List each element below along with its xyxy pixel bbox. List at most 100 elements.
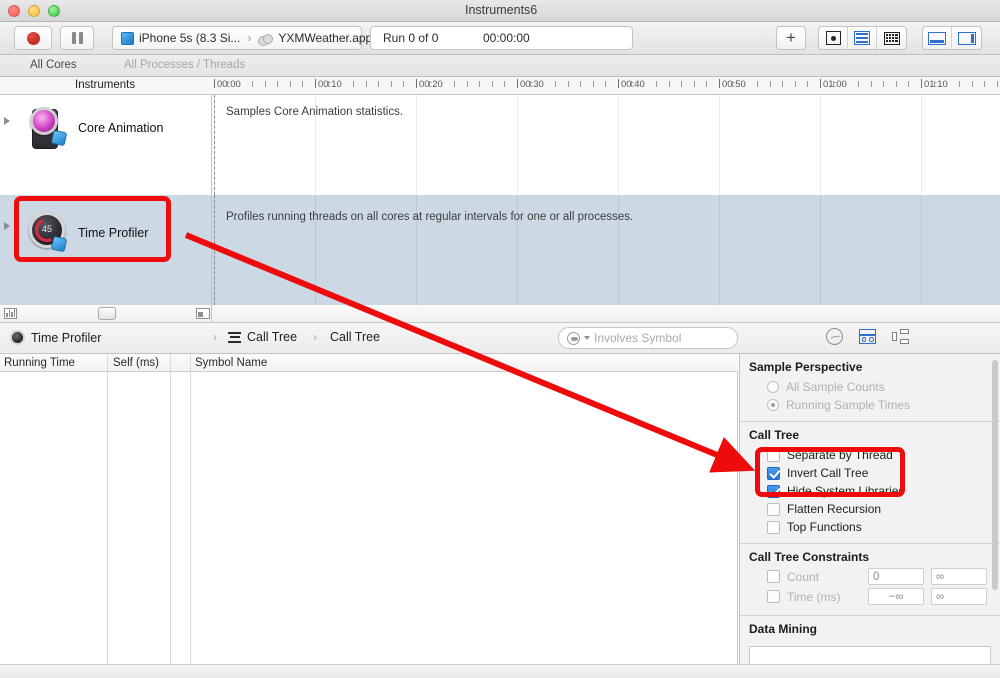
ruler-tick-minor xyxy=(668,81,670,87)
detail-table-body[interactable] xyxy=(0,372,738,664)
ruler-tick-minor xyxy=(996,81,998,87)
keypad-button[interactable] xyxy=(877,27,906,49)
option-all-sample-counts[interactable]: All Sample Counts xyxy=(740,378,1000,396)
all-processes-label[interactable]: All Processes / Threads xyxy=(124,59,245,71)
toggle-right-pane-button[interactable] xyxy=(952,27,981,49)
hierarchy-icon[interactable] xyxy=(892,329,909,344)
ruler-tick-minor xyxy=(378,81,380,87)
checkbox-icon[interactable] xyxy=(767,466,780,480)
track-core-animation-header[interactable]: Core Animation xyxy=(0,95,212,195)
list-view-button[interactable] xyxy=(848,27,877,49)
toggle-bottom-pane-button[interactable] xyxy=(923,27,952,49)
checkbox-flatten-recursion[interactable]: Flatten Recursion xyxy=(740,500,1000,518)
library-icon xyxy=(825,31,841,45)
playhead[interactable] xyxy=(214,195,215,305)
call-tree-menu-icon xyxy=(228,331,241,343)
track-time-profiler-header[interactable]: 45 Time Profiler xyxy=(0,195,212,305)
ruler-tick-minor xyxy=(706,81,708,87)
ruler-tick-minor xyxy=(352,81,354,87)
radio-icon[interactable] xyxy=(767,381,779,393)
timeline-gridline xyxy=(618,95,619,195)
track-description: Profiles running threads on all cores at… xyxy=(226,211,634,223)
checkbox-top-functions[interactable]: Top Functions xyxy=(740,518,1000,536)
option-label: Separate by Thread xyxy=(787,448,893,462)
search-scope-icon[interactable] xyxy=(567,331,580,345)
waveform-icon[interactable] xyxy=(826,328,843,345)
timeline-gridline xyxy=(416,95,417,195)
timeline-gridline xyxy=(719,95,720,195)
option-label: Running Sample Times xyxy=(786,398,911,412)
data-mining-list[interactable] xyxy=(749,646,991,664)
ruler-tick-minor xyxy=(390,81,392,87)
checkbox-icon[interactable] xyxy=(767,520,780,534)
timeline-tracks: Core Animation Samples Core Animation st… xyxy=(0,95,1000,305)
checkbox-icon[interactable] xyxy=(767,448,780,462)
constraint-time-row[interactable]: Time (ms) −∞ ∞ xyxy=(767,588,1000,605)
breadcrumb-call-tree[interactable]: Call Tree xyxy=(330,330,380,344)
column-header-running-time[interactable]: Running Time xyxy=(4,357,75,369)
checkbox-icon[interactable] xyxy=(767,502,780,516)
column-header-symbol-name[interactable]: Symbol Name xyxy=(195,357,267,369)
disclosure-triangle-icon[interactable] xyxy=(4,222,10,230)
split-view-icon[interactable] xyxy=(859,329,876,344)
run-count-label: Run 0 of 0 xyxy=(383,31,439,45)
constraint-min-input[interactable]: −∞ xyxy=(868,588,924,605)
checkbox-separate-by-thread[interactable]: Separate by Thread xyxy=(740,446,1000,464)
checkbox-invert-call-tree[interactable]: Invert Call Tree xyxy=(740,464,1000,482)
ruler-tick-minor xyxy=(403,81,405,87)
ruler-tick-minor xyxy=(769,81,771,87)
track-time-profiler-lane[interactable]: Profiles running threads on all cores at… xyxy=(212,195,1000,305)
checkbox-icon[interactable] xyxy=(767,484,780,498)
checkbox-hide-system-libraries[interactable]: Hide System Libraries xyxy=(740,482,1000,500)
zoom-slider-knob[interactable] xyxy=(98,307,116,320)
breadcrumb-time-profiler[interactable]: Time Profiler xyxy=(10,330,101,345)
track-display-icon[interactable] xyxy=(196,308,210,319)
track-time-profiler[interactable]: 45 Time Profiler Profiles running thread… xyxy=(0,195,1000,305)
ruler-tick-minor xyxy=(428,81,430,87)
chevron-right-icon: › xyxy=(313,330,317,344)
ruler-tick-label: 00:30 xyxy=(520,79,544,90)
minimize-window-button[interactable] xyxy=(28,5,40,17)
constraint-count-row[interactable]: Count 0 ∞ xyxy=(767,568,1000,585)
record-button[interactable] xyxy=(14,26,52,50)
constraint-max-input[interactable]: ∞ xyxy=(931,568,987,585)
inspector-scrollbar[interactable] xyxy=(992,360,998,590)
library-button[interactable] xyxy=(819,27,848,49)
all-cores-label[interactable]: All Cores xyxy=(30,59,77,71)
section-title: Call Tree Constraints xyxy=(749,550,870,564)
constraint-min-input[interactable]: 0 xyxy=(868,568,924,585)
checkbox-icon[interactable] xyxy=(767,570,780,583)
timeline-ruler[interactable]: 00:00 00:10 00:20 00:30 00:40 00:50 01:00 01:10 xyxy=(212,77,1000,95)
ruler-tick-minor xyxy=(845,81,847,87)
keypad-icon xyxy=(883,31,900,45)
option-label: Invert Call Tree xyxy=(787,466,869,480)
target-selector[interactable]: iPhone 5s (8.3 Si... › YXMWeather.app xyxy=(112,26,372,50)
track-core-animation-lane[interactable]: Samples Core Animation statistics. xyxy=(212,95,1000,195)
ruler-tick-minor xyxy=(971,81,973,87)
ruler-tick-minor xyxy=(655,81,657,87)
ruler-tick-major xyxy=(416,79,417,88)
zoom-window-button[interactable] xyxy=(48,5,60,17)
option-running-sample-times[interactable]: Running Sample Times xyxy=(740,396,1000,414)
checkbox-icon[interactable] xyxy=(767,590,780,603)
record-icon xyxy=(26,31,40,45)
add-instrument-button[interactable]: + xyxy=(776,26,806,50)
status-bar xyxy=(0,664,1000,678)
ruler-tick-major xyxy=(618,79,619,88)
run-status-display: Run 0 of 0 00:00:00 xyxy=(370,26,633,50)
constraint-max-input[interactable]: ∞ xyxy=(931,588,987,605)
chart-bars-icon[interactable] xyxy=(4,308,17,319)
track-core-animation[interactable]: Core Animation Samples Core Animation st… xyxy=(0,95,1000,195)
ruler-tick-major xyxy=(719,79,720,88)
search-field[interactable]: Involves Symbol xyxy=(558,327,738,349)
pause-button[interactable] xyxy=(60,26,94,50)
ruler-tick-minor xyxy=(630,81,632,87)
close-window-button[interactable] xyxy=(8,5,20,17)
playhead[interactable] xyxy=(214,95,215,195)
radio-icon[interactable] xyxy=(767,399,779,411)
chevron-down-icon[interactable] xyxy=(584,336,590,340)
disclosure-triangle-icon[interactable] xyxy=(4,117,10,125)
column-header-self-ms[interactable]: Self (ms) xyxy=(113,357,159,369)
breadcrumb-call-tree-menu[interactable]: Call Tree xyxy=(228,330,297,344)
timeline-gridline xyxy=(921,195,922,305)
